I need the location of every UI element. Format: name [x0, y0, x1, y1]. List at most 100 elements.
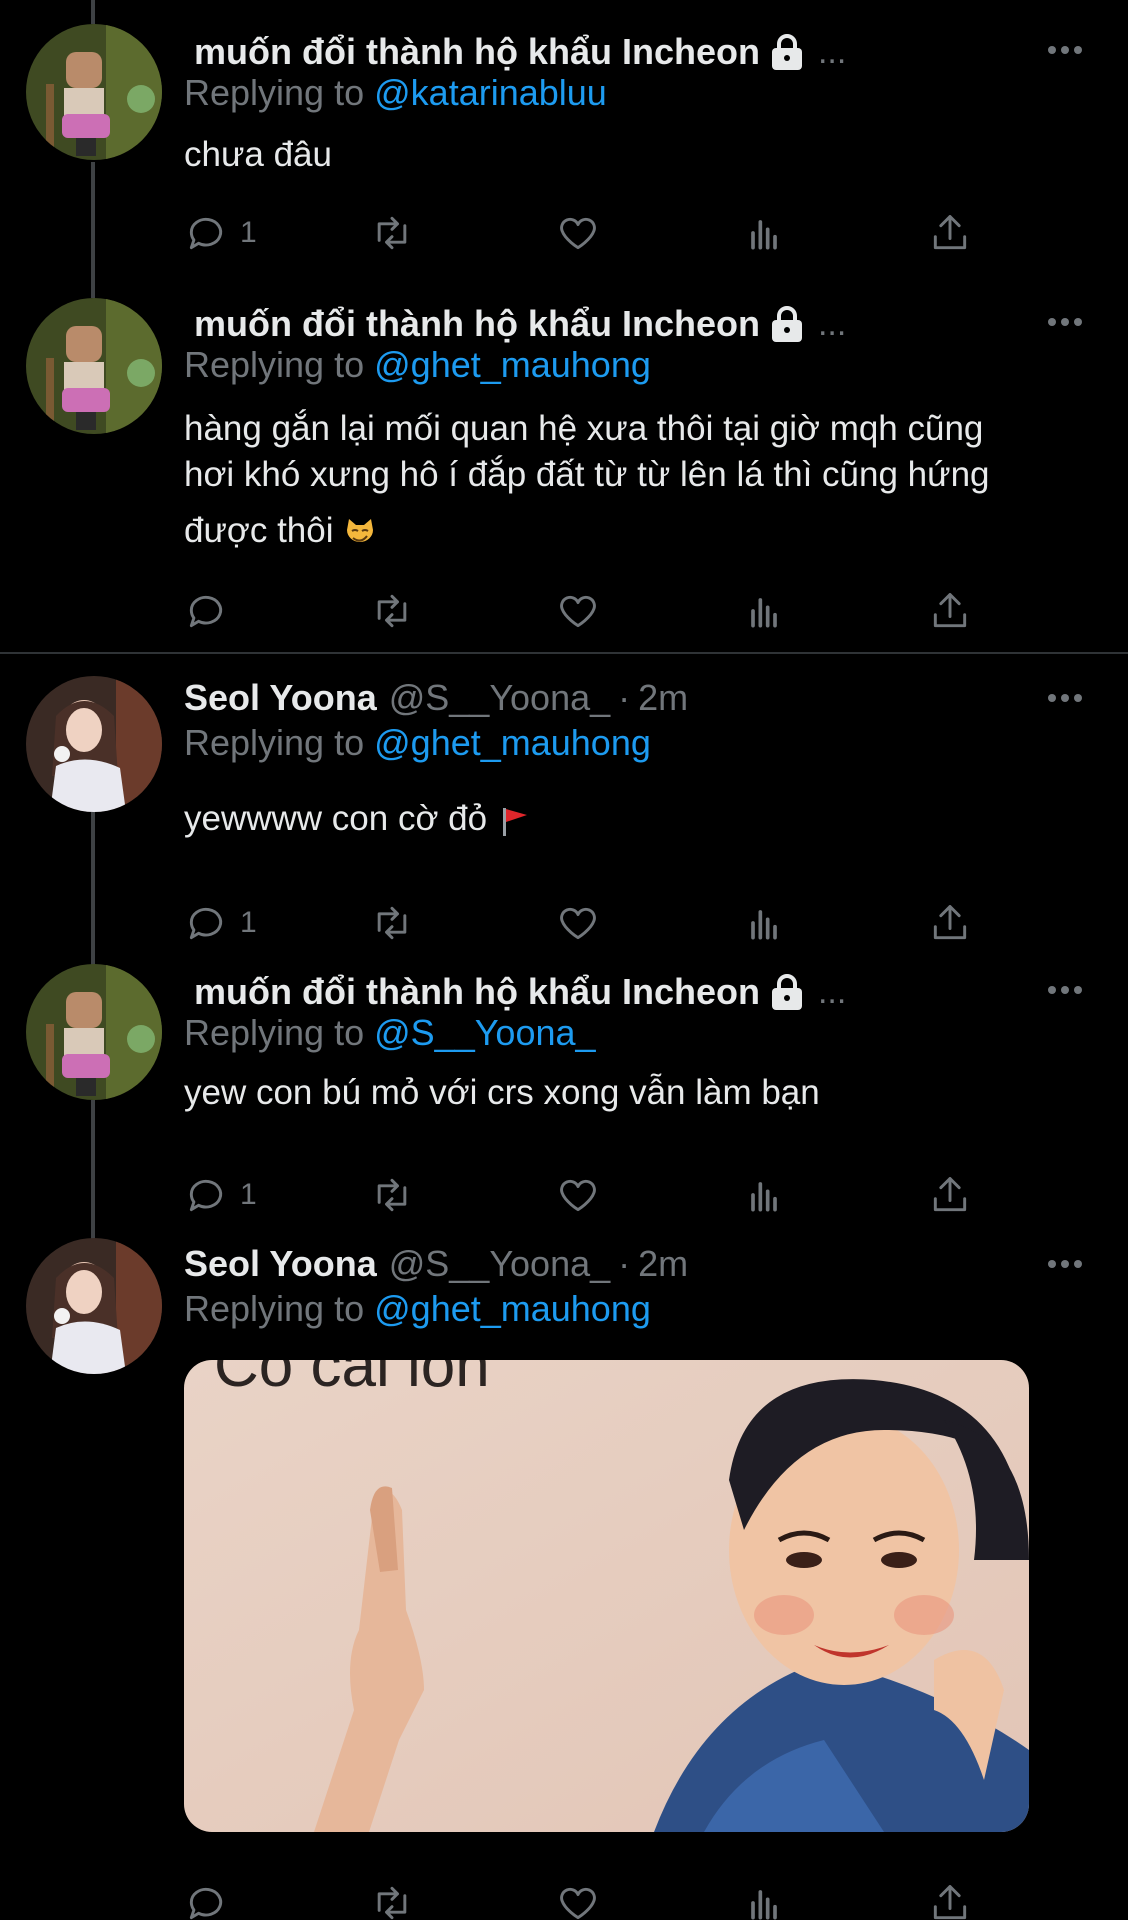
heart-icon — [560, 907, 596, 940]
reply-icon — [189, 1179, 223, 1212]
lock-icon — [771, 34, 802, 70]
more-options-icon[interactable] — [1048, 40, 1088, 60]
tweet-text: yewwww con cờ đỏ — [184, 796, 1084, 842]
truncation-ellipsis: ... — [817, 972, 847, 1011]
more-options-icon[interactable] — [1048, 312, 1088, 332]
tweet-media-image[interactable]: Có cái lồn — [184, 1360, 1029, 1832]
media-caption: Có cái lồn — [214, 1360, 490, 1400]
avatar[interactable] — [26, 964, 162, 1100]
tweet[interactable]: muốn đổi thành hộ khẩu Incheon ... Reply… — [0, 270, 1128, 650]
action-bar — [184, 586, 1004, 636]
retweet-button[interactable] — [370, 1878, 414, 1920]
replying-to: Replying to @S__Yoona_ — [184, 1012, 596, 1054]
avatar[interactable] — [26, 1238, 162, 1374]
avatar[interactable] — [26, 24, 162, 160]
display-name[interactable]: Seol Yoona — [184, 1243, 377, 1285]
action-bar — [184, 1878, 1004, 1920]
replying-to: Replying to @ghet_mauhong — [184, 1288, 651, 1330]
red-flag-emoji-icon — [502, 807, 527, 836]
share-button[interactable] — [928, 208, 972, 258]
display-name[interactable]: Seol Yoona — [184, 677, 377, 719]
reply-button[interactable] — [184, 1878, 228, 1920]
analytics-button[interactable] — [742, 1170, 786, 1220]
truncation-ellipsis: ... — [817, 304, 847, 343]
reply-button[interactable]: 1 — [184, 1170, 257, 1220]
reply-icon — [189, 217, 223, 250]
tweet[interactable]: Seol Yoona @S__Yoona_ · 2m Replying to @… — [0, 654, 1128, 964]
share-button[interactable] — [928, 898, 972, 948]
analytics-button[interactable] — [742, 586, 786, 636]
retweet-button[interactable] — [370, 1170, 414, 1220]
timestamp[interactable]: 2m — [638, 1243, 688, 1285]
replying-prefix: Replying to — [184, 722, 365, 763]
mention-link[interactable]: @ghet_mauhong — [374, 344, 651, 385]
share-icon — [933, 593, 967, 628]
reply-icon — [189, 907, 223, 940]
retweet-icon — [377, 594, 407, 628]
reply-icon — [189, 595, 223, 628]
analytics-icon — [751, 910, 777, 940]
tweet-text: yew con bú mỏ với crs xong vẫn làm bạn — [184, 1073, 820, 1112]
tweet[interactable]: Seol Yoona @S__Yoona_ · 2m Replying to @… — [0, 1234, 1128, 1920]
heart-icon — [560, 1887, 596, 1920]
lock-icon — [771, 974, 802, 1010]
like-button[interactable] — [556, 898, 600, 948]
heart-icon — [560, 217, 596, 250]
mention-link[interactable]: @S__Yoona_ — [374, 1012, 595, 1053]
analytics-button[interactable] — [742, 1878, 786, 1920]
replying-prefix: Replying to — [184, 1288, 365, 1329]
mention-link[interactable]: @ghet_mauhong — [374, 1288, 651, 1329]
reply-icon — [189, 1887, 223, 1920]
avatar[interactable] — [26, 676, 162, 812]
replying-prefix: Replying to — [184, 1012, 365, 1053]
retweet-button[interactable] — [370, 898, 414, 948]
tweet-text: chưa đâu — [184, 135, 332, 174]
user-handle[interactable]: @S__Yoona_ — [389, 1243, 610, 1285]
tweet[interactable]: muốn đổi thành hộ khẩu Incheon ... Reply… — [0, 0, 1128, 270]
share-icon — [933, 1885, 967, 1920]
tweet-text-content: yewwww con cờ đỏ — [184, 799, 488, 838]
share-button[interactable] — [928, 1170, 972, 1220]
mention-link[interactable]: @ghet_mauhong — [374, 722, 651, 763]
share-button[interactable] — [928, 1878, 972, 1920]
like-button[interactable] — [556, 586, 600, 636]
tweet-text-line: được thôi — [184, 511, 334, 550]
truncation-ellipsis: ... — [817, 32, 847, 71]
retweet-icon — [377, 1886, 407, 1920]
like-button[interactable] — [556, 1170, 600, 1220]
analytics-button[interactable] — [742, 898, 786, 948]
retweet-button[interactable] — [370, 586, 414, 636]
separator-dot: · — [618, 1243, 631, 1284]
more-options-icon[interactable] — [1048, 980, 1088, 1000]
tweet-text: hàng gắn lại mối quan hệ xưa thôi tại gi… — [184, 406, 1084, 554]
reply-count: 1 — [240, 1178, 257, 1211]
like-button[interactable] — [556, 208, 600, 258]
retweet-button[interactable] — [370, 208, 414, 258]
retweet-icon — [377, 1178, 407, 1212]
separator-dot: · — [618, 677, 631, 718]
retweet-icon — [377, 216, 407, 250]
retweet-icon — [377, 906, 407, 940]
more-options-icon[interactable] — [1048, 1254, 1088, 1274]
share-button[interactable] — [928, 586, 972, 636]
like-button[interactable] — [556, 1878, 600, 1920]
heart-icon — [560, 1179, 596, 1212]
replying-to: Replying to @katarinabluu — [184, 72, 607, 114]
replying-to: Replying to @ghet_mauhong — [184, 344, 651, 386]
tweet-text-line: hơi khó xưng hô í đắp đất từ từ lên lá t… — [184, 455, 990, 494]
reply-button[interactable]: 1 — [184, 208, 257, 258]
analytics-button[interactable] — [742, 208, 786, 258]
reply-button[interactable]: 1 — [184, 898, 257, 948]
analytics-icon — [751, 1890, 777, 1920]
timestamp[interactable]: 2m — [638, 677, 688, 719]
user-handle[interactable]: @S__Yoona_ — [389, 677, 610, 719]
display-name[interactable]: muốn đổi thành hộ khẩu Incheon — [184, 303, 760, 345]
mention-link[interactable]: @katarinabluu — [374, 72, 607, 113]
tweet[interactable]: muốn đổi thành hộ khẩu Incheon ... Reply… — [0, 964, 1128, 1234]
display-name[interactable]: muốn đổi thành hộ khẩu Incheon — [184, 31, 760, 73]
avatar[interactable] — [26, 298, 162, 434]
more-options-icon[interactable] — [1048, 688, 1088, 708]
action-bar: 1 — [184, 898, 1004, 948]
reply-button[interactable] — [184, 586, 228, 636]
display-name[interactable]: muốn đổi thành hộ khẩu Incheon — [184, 971, 760, 1013]
